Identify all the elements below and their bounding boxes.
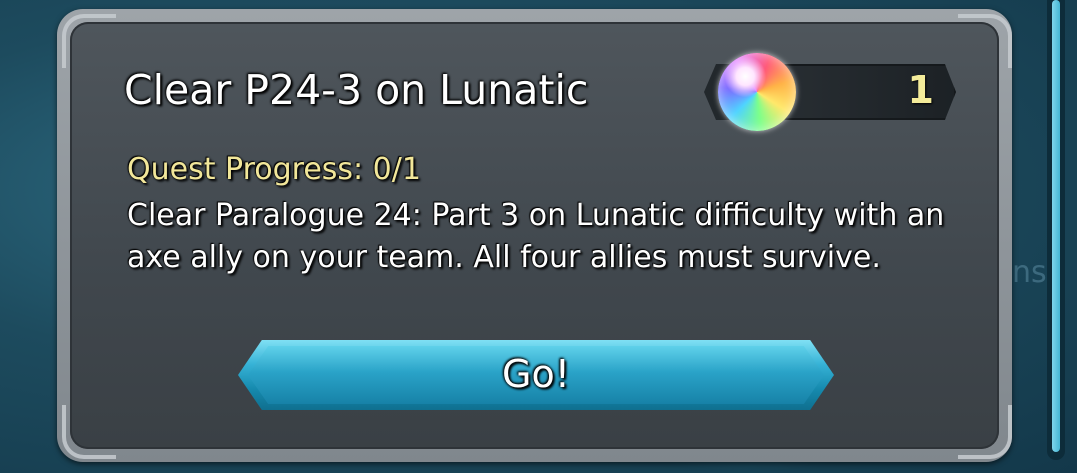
panel-corner-ornament <box>958 14 1012 68</box>
rainbow-orb-icon <box>718 53 796 131</box>
reward-count: 1 <box>907 68 934 112</box>
go-button-label: Go! <box>502 352 570 396</box>
scrollbar-thumb[interactable] <box>1052 0 1060 452</box>
quest-title: Clear P24-3 on Lunatic <box>124 66 589 114</box>
reward-display: 1 <box>704 53 962 131</box>
panel-corner-ornament <box>62 14 116 68</box>
quest-progress: Quest Progress: 0/1 <box>127 152 421 187</box>
panel-corner-ornament <box>62 405 116 459</box>
scrollbar[interactable] <box>1047 0 1065 460</box>
panel-corner-ornament <box>958 405 1012 459</box>
background-partial-text: ns <box>1012 255 1047 290</box>
quest-description: Clear Paralogue 24: Part 3 on Lunatic di… <box>127 198 945 275</box>
go-button[interactable]: Go! <box>238 340 834 410</box>
